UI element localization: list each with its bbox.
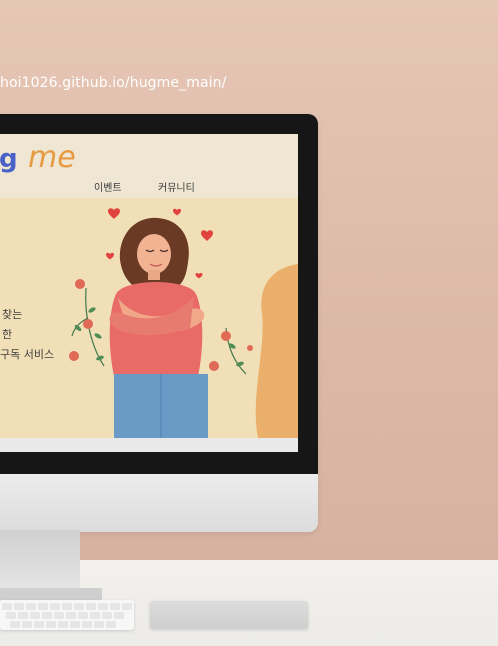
key xyxy=(114,612,124,619)
key xyxy=(82,621,92,628)
orange-blob xyxy=(255,264,298,438)
key xyxy=(54,612,64,619)
key xyxy=(22,621,32,628)
website-bottom-bar xyxy=(0,438,298,452)
logo-g[interactable]: g xyxy=(0,144,18,174)
key xyxy=(66,612,76,619)
monitor-chin xyxy=(0,474,318,532)
key xyxy=(102,612,112,619)
flower-icon xyxy=(69,279,93,361)
website-screen: g me 이벤트 커뮤니티 찾는 한 구독 서비스 xyxy=(0,134,298,452)
key xyxy=(74,603,84,610)
nav-community[interactable]: 커뮤니티 xyxy=(158,179,195,194)
key xyxy=(2,603,12,610)
logo-me[interactable]: me xyxy=(28,140,76,175)
key xyxy=(110,603,120,610)
trackpad xyxy=(150,601,308,629)
monitor-stand-neck xyxy=(0,530,80,592)
hero-section: 찾는 한 구독 서비스 xyxy=(0,198,298,438)
key xyxy=(14,603,24,610)
site-header: g me 이벤트 커뮤니티 xyxy=(0,134,298,198)
key xyxy=(90,612,100,619)
hero-illustration xyxy=(69,208,298,438)
key xyxy=(94,621,104,628)
key xyxy=(78,612,88,619)
key xyxy=(58,621,68,628)
key xyxy=(86,603,96,610)
key xyxy=(98,603,108,610)
key xyxy=(46,621,56,628)
monitor-stand-base xyxy=(0,588,102,600)
keyboard xyxy=(0,600,134,630)
key xyxy=(70,621,80,628)
key xyxy=(62,603,72,610)
woman-figure xyxy=(109,217,208,438)
key xyxy=(18,612,28,619)
key xyxy=(10,621,20,628)
key xyxy=(122,603,132,610)
key xyxy=(34,621,44,628)
key xyxy=(30,612,40,619)
key xyxy=(38,603,48,610)
key xyxy=(106,621,116,628)
key xyxy=(50,603,60,610)
nav-events[interactable]: 이벤트 xyxy=(94,179,122,194)
key xyxy=(6,612,16,619)
page-url: hoi1026.github.io/hugme_main/ xyxy=(0,75,227,91)
key xyxy=(26,603,36,610)
key xyxy=(42,612,52,619)
